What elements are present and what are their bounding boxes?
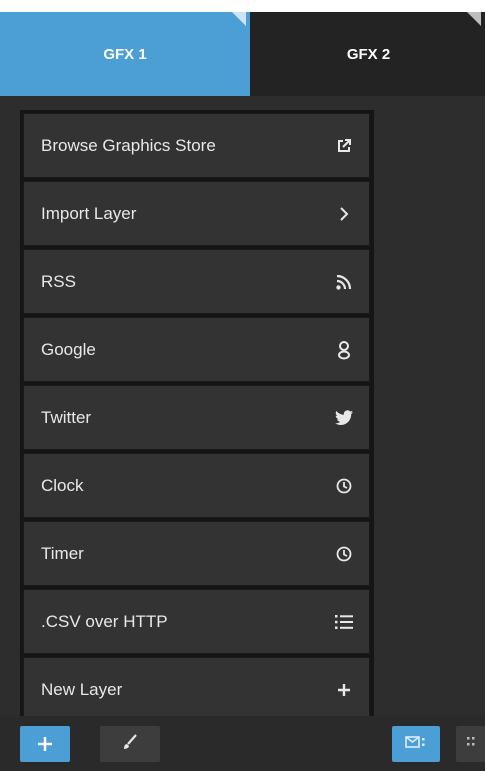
menu-item-label: New Layer [41, 679, 123, 699]
tab-bar: GFX 1 GFX 2 [0, 12, 485, 96]
grid-icon [466, 735, 476, 754]
list-icon [333, 611, 355, 633]
plus-icon [36, 729, 54, 760]
tab-gfx-1[interactable]: GFX 1 [0, 12, 250, 96]
twitter-icon [333, 407, 355, 429]
menu-item-google[interactable]: Google [23, 317, 370, 382]
plus-icon [333, 679, 355, 701]
menu-item-label: RSS [41, 271, 76, 291]
rss-icon [333, 271, 355, 293]
menu-item-label: Import Layer [41, 203, 137, 223]
menu-item-label: Clock [41, 475, 84, 495]
external-link-icon [333, 135, 355, 157]
menu-item-label: Timer [41, 543, 84, 563]
grid-view-button[interactable] [456, 726, 485, 762]
menu-item-twitter[interactable]: Twitter [23, 385, 370, 450]
menu-item-rss[interactable]: RSS [23, 249, 370, 314]
mail-list-icon [405, 735, 427, 754]
menu-item-label: .CSV over HTTP [41, 611, 168, 631]
bottom-toolbar [0, 716, 485, 771]
menu-item-browse-graphics-store[interactable]: Browse Graphics Store [23, 113, 370, 178]
google-icon [333, 339, 355, 361]
add-layer-menu: Browse Graphics Store Import Layer RSS G… [20, 110, 374, 722]
menu-item-label: Browse Graphics Store [41, 135, 216, 155]
tab-gfx-2[interactable]: GFX 2 [252, 12, 485, 96]
menu-item-label: Twitter [41, 407, 92, 427]
menu-item-import-layer[interactable]: Import Layer [23, 181, 370, 246]
tab-gfx-1-label: GFX 1 [103, 45, 147, 63]
brush-button[interactable] [100, 726, 160, 762]
menu-item-timer[interactable]: Timer [23, 521, 370, 586]
tab-gfx-2-label: GFX 2 [346, 45, 391, 63]
clock-icon [333, 543, 355, 565]
chevron-right-icon [333, 203, 355, 225]
menu-item-label: Google [41, 339, 96, 359]
menu-item-new-layer[interactable]: New Layer [23, 657, 370, 722]
tab-corner-indicator [467, 12, 481, 26]
brush-icon [121, 733, 139, 756]
tab-corner-indicator [232, 12, 246, 26]
menu-item-csv-over-http[interactable]: .CSV over HTTP [23, 589, 370, 654]
clock-icon [333, 475, 355, 497]
add-button[interactable] [20, 726, 70, 762]
view-button[interactable] [392, 726, 440, 762]
menu-item-clock[interactable]: Clock [23, 453, 370, 518]
